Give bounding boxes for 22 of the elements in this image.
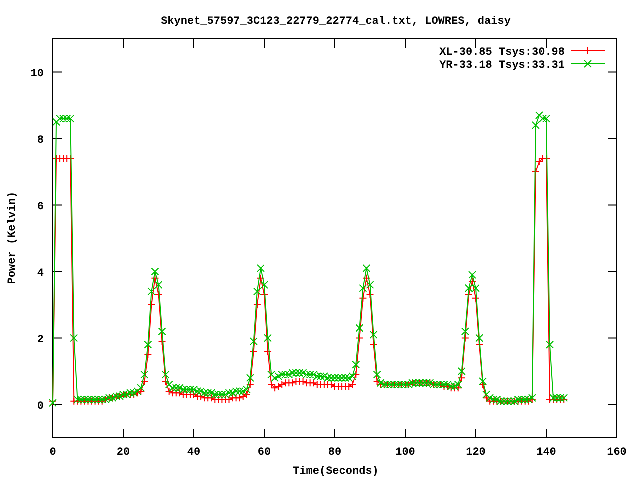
x-tick-label: 120 <box>466 447 486 459</box>
legend-sample <box>570 60 606 68</box>
y-tick-label: 4 <box>37 268 44 280</box>
x-tick-label: 160 <box>607 447 627 459</box>
x-tick-label: 100 <box>396 447 416 459</box>
legend-label: YR-33.18 Tsys:33.31 <box>440 60 565 72</box>
chart-title: Skynet_57597_3C123_22779_22774_cal.txt, LOWRES, daisy <box>161 16 511 28</box>
x-tick-label: 140 <box>536 447 556 459</box>
y-tick-label: 6 <box>37 201 44 214</box>
y-tick-label: 8 <box>37 134 44 147</box>
x-tick-label: 40 <box>187 447 201 459</box>
x-tick-label: 20 <box>116 447 130 459</box>
x-tick-label: 80 <box>328 447 342 459</box>
y-tick-label: 10 <box>30 68 44 80</box>
legend-sample <box>570 47 606 55</box>
y-tick-label: 0 <box>37 400 44 413</box>
y-axis-label: Power (Kelvin) <box>7 192 19 284</box>
y-tick-label: 2 <box>37 334 44 346</box>
x-tick-label: 60 <box>258 447 272 459</box>
x-axis-label: Time(Seconds) <box>293 466 379 478</box>
legend-label: XL-30.85 Tsys:30.98 <box>440 47 565 59</box>
x-tick-label: 0 <box>50 447 56 459</box>
